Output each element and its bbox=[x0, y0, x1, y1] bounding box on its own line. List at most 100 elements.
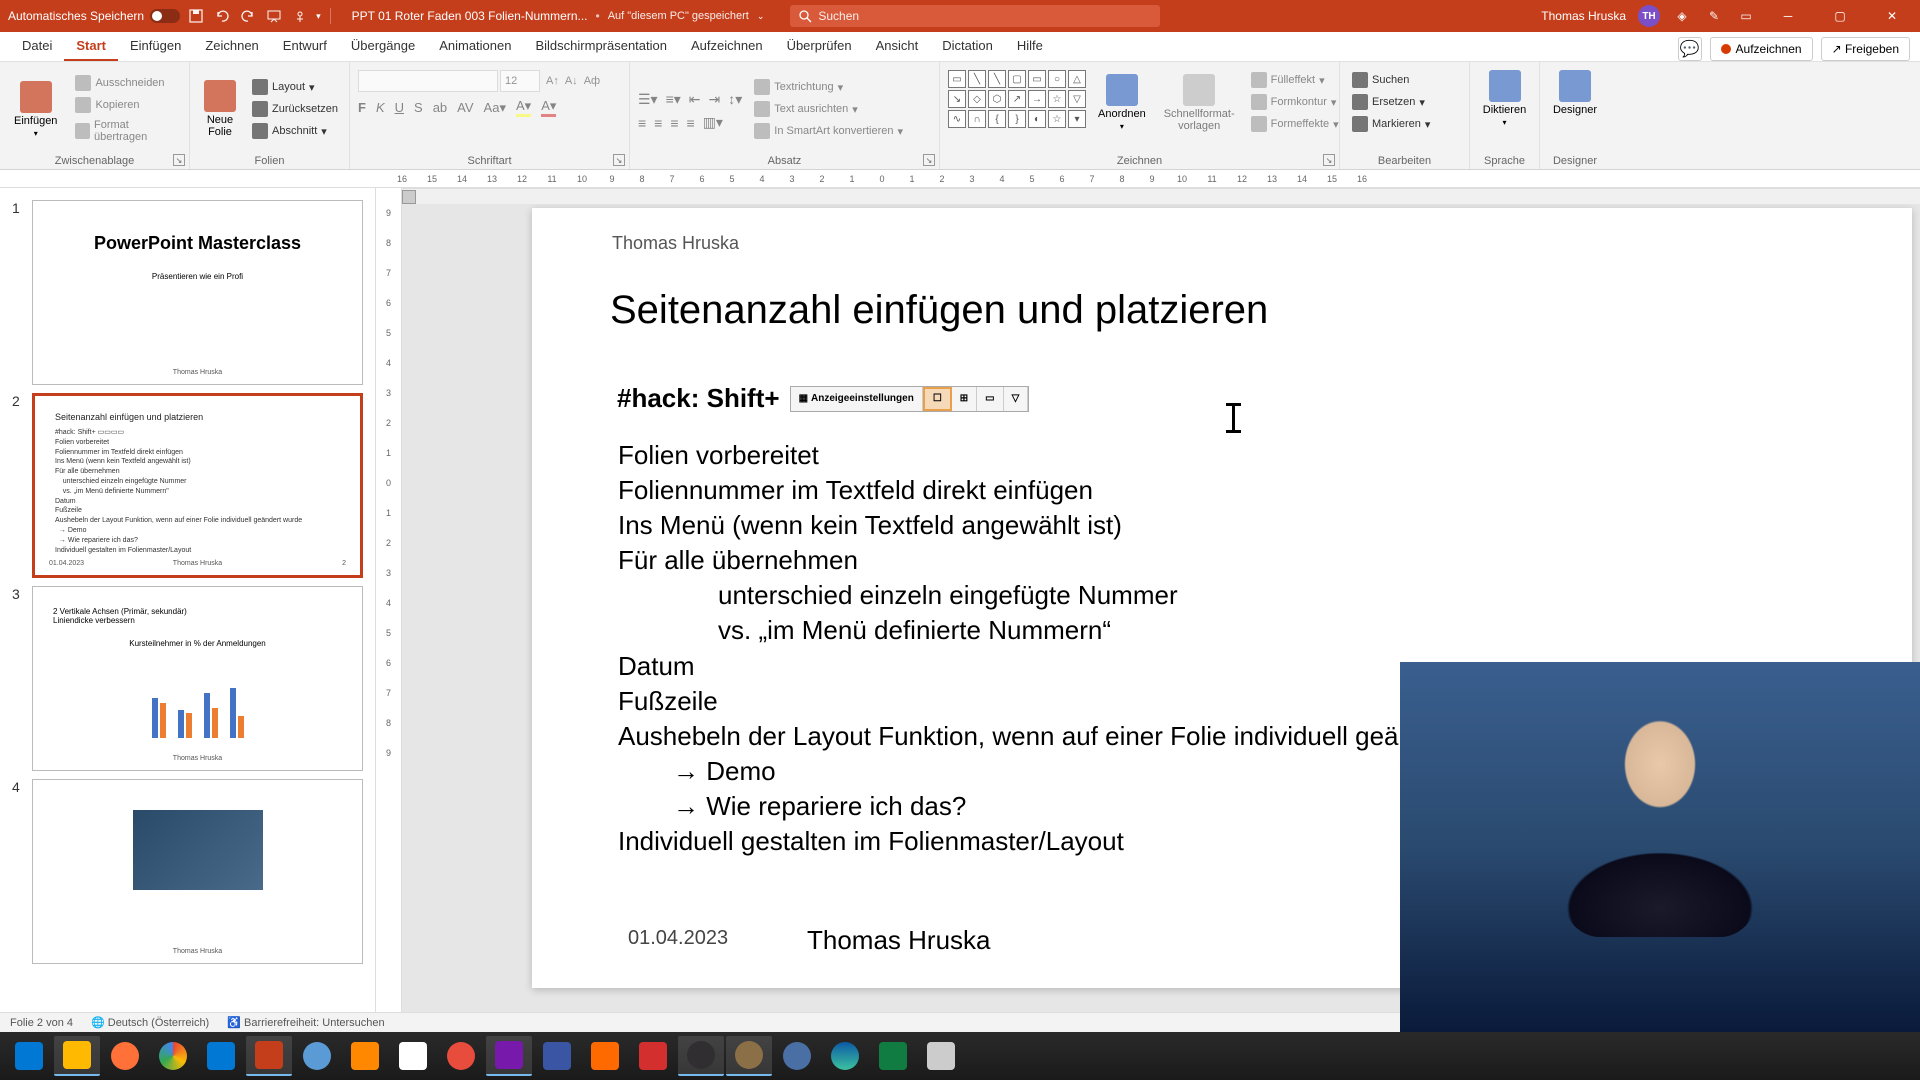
taskbar-app-4[interactable] bbox=[582, 1036, 628, 1076]
slideshow-start-icon[interactable] bbox=[264, 6, 284, 26]
tab-aufzeichnen[interactable]: Aufzeichnen bbox=[679, 32, 775, 61]
slide-author-top[interactable]: Thomas Hruska bbox=[612, 233, 739, 254]
strike-button[interactable]: S bbox=[414, 100, 423, 115]
paragraph-dialog-launcher[interactable]: ↘ bbox=[923, 154, 935, 166]
underline-button[interactable]: U bbox=[395, 100, 404, 115]
align-justify-button[interactable]: ≡ bbox=[687, 115, 695, 131]
record-button[interactable]: Aufzeichnen bbox=[1710, 37, 1813, 61]
tab-zeichnen[interactable]: Zeichnen bbox=[193, 32, 270, 61]
start-button[interactable] bbox=[6, 1036, 52, 1076]
clipboard-dialog-launcher[interactable]: ↘ bbox=[173, 154, 185, 166]
tab-bildschirmpräsentation[interactable]: Bildschirmpräsentation bbox=[523, 32, 679, 61]
cut-button[interactable]: Ausschneiden bbox=[71, 73, 181, 93]
taskbar-powerpoint[interactable] bbox=[246, 1036, 292, 1076]
bold-button[interactable]: F bbox=[358, 100, 366, 115]
tab-animationen[interactable]: Animationen bbox=[427, 32, 523, 61]
copy-button[interactable]: Kopieren bbox=[71, 95, 181, 115]
slide-footer-author[interactable]: Thomas Hruska bbox=[807, 925, 991, 956]
undo-icon[interactable] bbox=[212, 6, 232, 26]
outline-button[interactable]: Formkontur ▾ bbox=[1247, 92, 1343, 112]
taskbar-app-8[interactable] bbox=[918, 1036, 964, 1076]
toggle-switch[interactable] bbox=[150, 9, 180, 23]
indent-dec-button[interactable]: ⇤ bbox=[689, 91, 701, 108]
search-box[interactable]: Suchen bbox=[790, 5, 1160, 27]
tab-ansicht[interactable]: Ansicht bbox=[864, 32, 931, 61]
thumbnail-slide-3[interactable]: 2 Vertikale Achsen (Primär, sekundär)Lin… bbox=[32, 586, 363, 771]
select-button[interactable]: Markieren ▾ bbox=[1348, 114, 1461, 134]
save-icon[interactable] bbox=[186, 6, 206, 26]
align-center-button[interactable]: ≡ bbox=[654, 115, 662, 131]
thumbnail-slide-2[interactable]: Seitenanzahl einfügen und platzieren #ha… bbox=[32, 393, 363, 578]
fontcolor-button[interactable]: A▾ bbox=[541, 98, 556, 117]
vertical-ruler[interactable]: 9876543210123456789 bbox=[376, 188, 402, 1012]
redo-icon[interactable] bbox=[238, 6, 258, 26]
numbering-button[interactable]: ≡▾ bbox=[666, 91, 681, 108]
share-button[interactable]: ↗ Freigeben bbox=[1821, 37, 1910, 61]
status-lang[interactable]: 🌐 Deutsch (Österreich) bbox=[91, 1016, 209, 1029]
new-slide-button[interactable]: Neue Folie bbox=[198, 76, 242, 142]
taskbar-explorer[interactable] bbox=[54, 1036, 100, 1076]
charspace-button[interactable]: AV bbox=[457, 100, 473, 115]
window-icon[interactable]: ▭ bbox=[1736, 6, 1756, 26]
status-slide-count[interactable]: Folie 2 von 4 bbox=[10, 1017, 73, 1029]
taskbar-app-6[interactable] bbox=[726, 1036, 772, 1076]
minimize-button[interactable]: ─ bbox=[1768, 0, 1808, 32]
tab-start[interactable]: Start bbox=[64, 32, 118, 61]
slide-hack-line[interactable]: #hack: Shift+ ▦Anzeigeeinstellungen ☐ ⊞ … bbox=[617, 383, 1029, 414]
tab-überprüfen[interactable]: Überprüfen bbox=[775, 32, 864, 61]
taskbar-obs[interactable] bbox=[678, 1036, 724, 1076]
thumbnail-slide-4[interactable]: Thomas Hruska bbox=[32, 779, 363, 964]
format-painter-button[interactable]: Format übertragen bbox=[71, 117, 181, 145]
dictate-button[interactable]: Diktieren▾ bbox=[1478, 66, 1531, 131]
section-button[interactable]: Abschnitt ▾ bbox=[248, 121, 342, 141]
thumbnail-slide-1[interactable]: PowerPoint Masterclass Präsentieren wie … bbox=[32, 200, 363, 385]
diamond-icon[interactable]: ◈ bbox=[1672, 6, 1692, 26]
align-text-button[interactable]: Text ausrichten ▾ bbox=[750, 99, 907, 119]
text-direction-button[interactable]: Textrichtung ▾ bbox=[750, 77, 907, 97]
taskbar-outlook[interactable] bbox=[198, 1036, 244, 1076]
tab-datei[interactable]: Datei bbox=[10, 32, 64, 61]
user-avatar[interactable]: TH bbox=[1638, 5, 1660, 27]
columns-button[interactable]: ▥▾ bbox=[703, 114, 723, 131]
slide-date[interactable]: 01.04.2023 bbox=[628, 927, 728, 950]
font-family-combo[interactable] bbox=[358, 70, 498, 92]
drawing-dialog-launcher[interactable]: ↘ bbox=[1323, 154, 1335, 166]
tab-dictation[interactable]: Dictation bbox=[930, 32, 1005, 61]
horizontal-scrollbar[interactable] bbox=[402, 188, 1920, 204]
align-right-button[interactable]: ≡ bbox=[670, 115, 678, 131]
close-button[interactable]: ✕ bbox=[1872, 0, 1912, 32]
taskbar-app-2[interactable] bbox=[390, 1036, 436, 1076]
replace-button[interactable]: Ersetzen ▾ bbox=[1348, 92, 1461, 112]
reset-button[interactable]: Zurücksetzen bbox=[248, 99, 342, 119]
filename-area[interactable]: PPT 01 Roter Faden 003 Folien-Nummern...… bbox=[352, 9, 765, 23]
effects-button[interactable]: Formeffekte ▾ bbox=[1247, 114, 1343, 134]
shadow-button[interactable]: ab bbox=[433, 100, 447, 115]
taskbar-edge[interactable] bbox=[822, 1036, 868, 1076]
case-button[interactable]: Aa▾ bbox=[484, 100, 506, 116]
bullets-button[interactable]: ☰▾ bbox=[638, 91, 658, 108]
taskbar-app-3[interactable] bbox=[438, 1036, 484, 1076]
taskbar-app-1[interactable] bbox=[294, 1036, 340, 1076]
user-name[interactable]: Thomas Hruska bbox=[1541, 9, 1626, 23]
quick-styles-button[interactable]: Schnellformat- vorlagen bbox=[1158, 70, 1241, 136]
font-dialog-launcher[interactable]: ↘ bbox=[613, 154, 625, 166]
increase-font-icon[interactable]: A↑ bbox=[546, 75, 559, 87]
taskbar-vlc[interactable] bbox=[342, 1036, 388, 1076]
taskbar-onenote[interactable] bbox=[486, 1036, 532, 1076]
taskbar-firefox[interactable] bbox=[102, 1036, 148, 1076]
paste-button[interactable]: Einfügen▾ bbox=[8, 77, 63, 142]
slide-body-text[interactable]: Folien vorbereitet Foliennummer im Textf… bbox=[618, 438, 1536, 859]
taskbar-visio[interactable] bbox=[534, 1036, 580, 1076]
status-accessibility[interactable]: ♿ Barrierefreiheit: Untersuchen bbox=[227, 1016, 384, 1029]
comments-button[interactable]: 💬 bbox=[1678, 37, 1702, 61]
fill-button[interactable]: Fülleffekt ▾ bbox=[1247, 70, 1343, 90]
taskbar-chrome[interactable] bbox=[150, 1036, 196, 1076]
indent-inc-button[interactable]: ⇥ bbox=[709, 91, 721, 108]
clear-format-icon[interactable]: Aф bbox=[584, 75, 600, 87]
italic-button[interactable]: K bbox=[376, 100, 385, 115]
tab-entwurf[interactable]: Entwurf bbox=[271, 32, 339, 61]
touch-mode-icon[interactable] bbox=[290, 6, 310, 26]
decrease-font-icon[interactable]: A↓ bbox=[565, 75, 578, 87]
linespace-button[interactable]: ↕▾ bbox=[728, 91, 742, 108]
tab-übergänge[interactable]: Übergänge bbox=[339, 32, 427, 61]
